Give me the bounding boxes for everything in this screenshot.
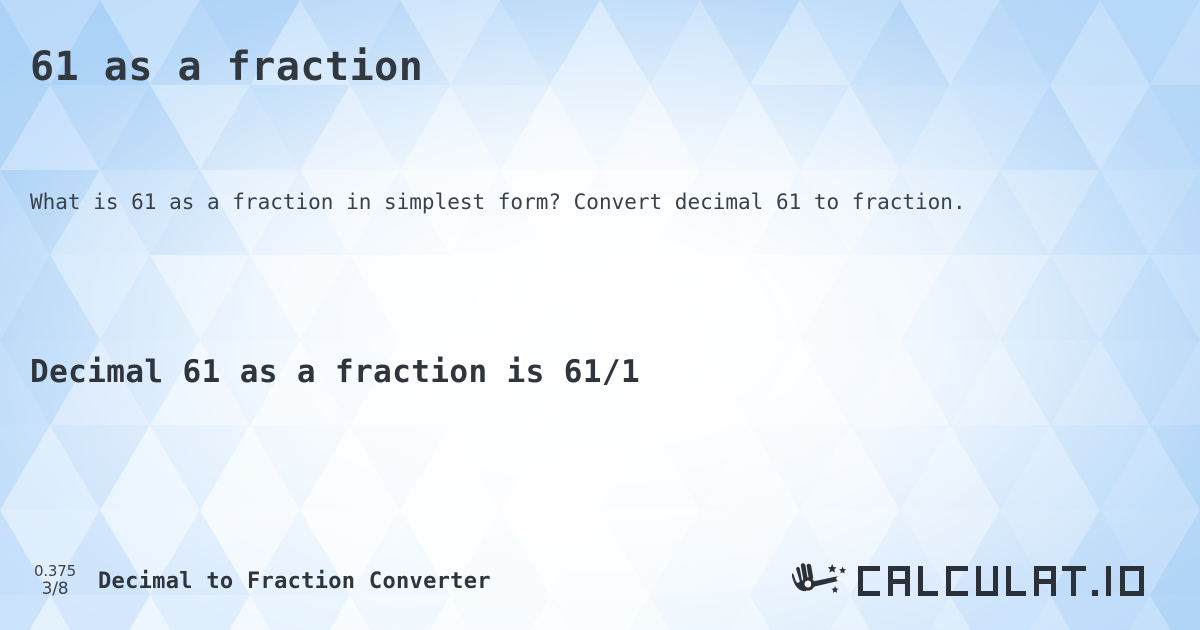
footer-title: Decimal to Fraction Converter [98,568,491,594]
footer-left-group: 0.375 3/8 Decimal to Fraction Converter [26,564,491,598]
content-area: 61 as a fraction What is 61 as a fractio… [0,0,1200,630]
decimal-to-fraction-icon-decimal: 0.375 [34,562,76,580]
decimal-to-fraction-icon-fraction: 3/8 [41,579,69,599]
page-root: 61 as a fraction What is 61 as a fractio… [0,0,1200,630]
decimal-to-fraction-icon: 0.375 3/8 [26,564,84,598]
calculatio-wordmark [858,566,1144,596]
footer: 0.375 3/8 Decimal to Fraction Converter [0,558,1200,604]
page-title: 61 as a fraction [30,44,424,90]
page-description: What is 61 as a fraction in simplest for… [30,190,966,214]
calculatio-logo[interactable] [792,561,1174,601]
result-statement: Decimal 61 as a fraction is 61/1 [30,354,641,390]
magic-wand-hand-icon [792,563,847,593]
